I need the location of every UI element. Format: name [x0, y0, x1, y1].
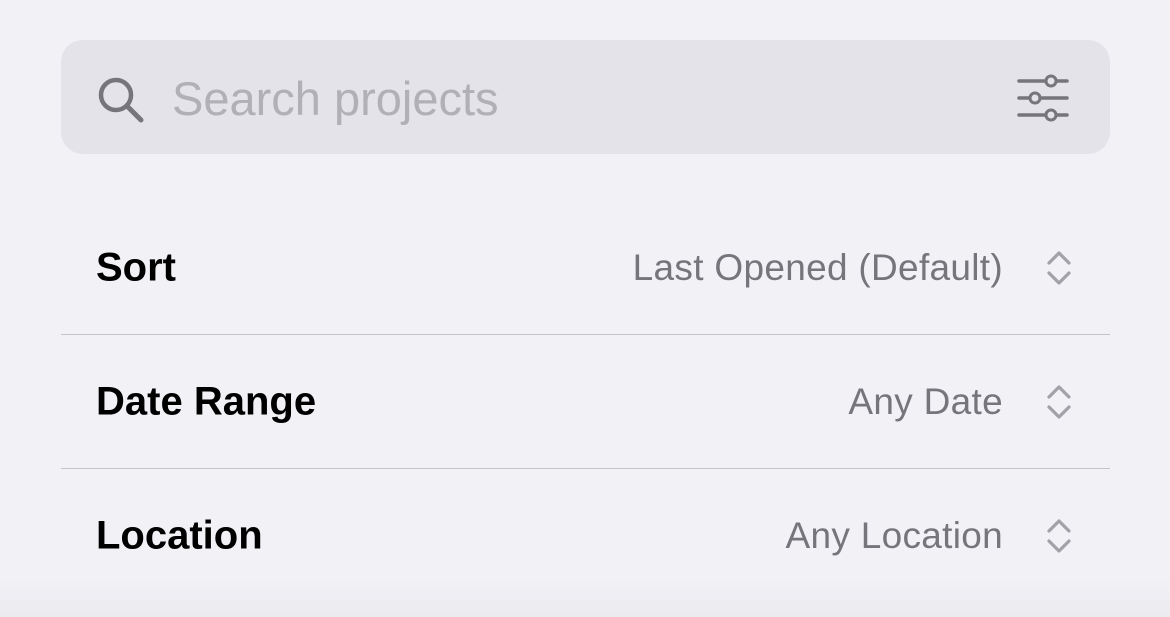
- sort-row[interactable]: Sort Last Opened (Default): [61, 201, 1110, 335]
- date-range-label: Date Range: [96, 379, 317, 424]
- search-input[interactable]: [172, 60, 932, 136]
- chevron-updown-icon[interactable]: [1044, 382, 1074, 422]
- location-row[interactable]: Location Any Location: [61, 469, 1110, 603]
- sort-value[interactable]: Last Opened (Default): [633, 247, 1003, 289]
- chevron-updown-icon[interactable]: [1044, 516, 1074, 556]
- sliders-icon[interactable]: [1015, 73, 1071, 123]
- chevron-updown-icon[interactable]: [1044, 248, 1074, 288]
- sort-label: Sort: [96, 245, 176, 290]
- date-range-row[interactable]: Date Range Any Date: [61, 335, 1110, 469]
- location-value[interactable]: Any Location: [785, 515, 1003, 557]
- date-range-value[interactable]: Any Date: [848, 381, 1003, 423]
- search-icon: [98, 77, 144, 123]
- location-label: Location: [96, 513, 263, 558]
